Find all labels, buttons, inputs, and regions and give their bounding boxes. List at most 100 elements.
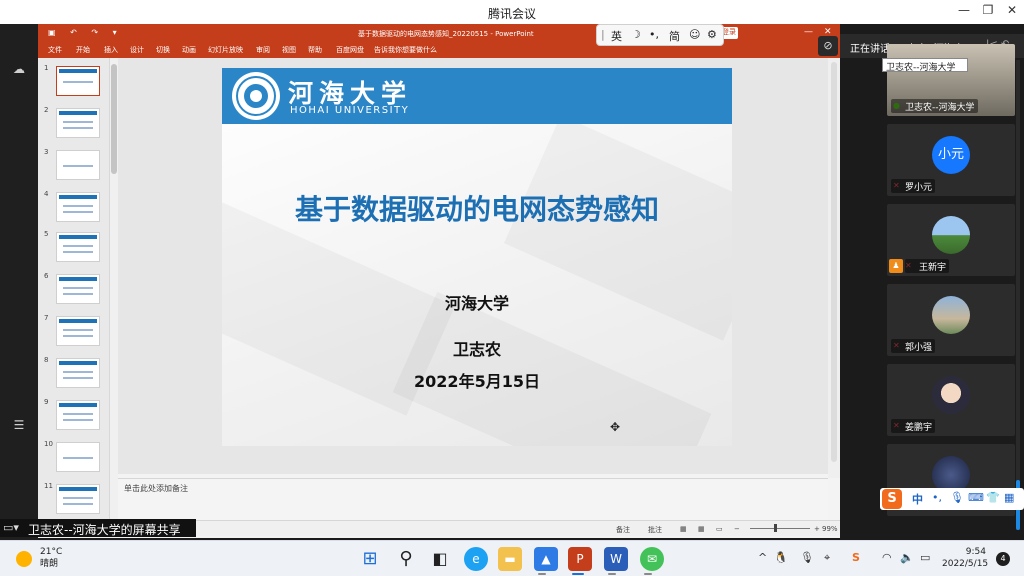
weather-widget[interactable]: 21°C 晴朗 xyxy=(40,546,62,570)
start-icon[interactable]: ⊞ xyxy=(358,547,382,571)
weather-condition: 晴朗 xyxy=(40,559,59,569)
file-explorer-icon[interactable]: ▬ xyxy=(498,547,522,571)
weather-sun-icon[interactable] xyxy=(16,551,32,567)
slide-thumbnail[interactable] xyxy=(56,442,100,472)
sogou-mic-icon[interactable]: 🎙 xyxy=(950,491,964,504)
slide-thumbnail[interactable] xyxy=(56,484,100,514)
task-view-icon[interactable]: ◧ xyxy=(428,547,452,571)
menu-insert[interactable]: 插入 xyxy=(104,45,118,55)
mic-muted-icon[interactable]: ⊘ xyxy=(818,36,838,56)
sogou-skin-icon[interactable]: 👕 xyxy=(986,491,1000,504)
ime-handle-icon[interactable]: | xyxy=(601,28,605,41)
slide-thumbnail[interactable] xyxy=(56,316,100,346)
close-button[interactable]: ✕ xyxy=(1002,3,1022,21)
sogou-punct-icon[interactable]: •, xyxy=(932,491,942,504)
ime-moon-icon[interactable]: ☽ xyxy=(631,28,641,41)
clock[interactable]: 9:54 2022/5/15 xyxy=(942,546,988,570)
cloud-icon[interactable]: ☁ xyxy=(10,62,28,78)
tray-sogou-icon[interactable]: S xyxy=(852,551,860,564)
zoom-level[interactable]: 99% xyxy=(822,525,838,533)
menu-home[interactable]: 开始 xyxy=(76,45,90,55)
ime-emoji-icon[interactable]: ☺ xyxy=(689,28,700,41)
name-tooltip: 卫志农--河海大学 xyxy=(882,58,968,73)
zoom-in-icon[interactable]: + xyxy=(814,525,820,533)
sogou-logo-icon[interactable]: S xyxy=(882,489,902,509)
zoom-out-icon[interactable]: − xyxy=(734,525,740,533)
search-icon[interactable]: ⚲ xyxy=(394,547,418,571)
slide-thumbnail[interactable] xyxy=(56,192,100,222)
notification-badge[interactable]: 4 xyxy=(996,552,1010,566)
menu-review[interactable]: 审阅 xyxy=(256,45,270,55)
edge-icon[interactable]: e xyxy=(464,547,488,571)
participant-tile[interactable]: 小元 ✕ 罗小元 xyxy=(887,124,1015,196)
ime-punct-icon[interactable]: •, xyxy=(649,28,659,41)
ppt-document-title: 基于数据驱动的电网态势感知_20220515 - PowerPoint xyxy=(358,30,534,38)
wechat-icon[interactable]: ✉ xyxy=(640,547,664,571)
powerpoint-icon[interactable]: P xyxy=(568,547,592,571)
ime-lang-toggle[interactable]: 英 xyxy=(611,28,622,44)
menu-transitions[interactable]: 切换 xyxy=(156,45,170,55)
menu-help[interactable]: 帮助 xyxy=(308,45,322,55)
maximize-button[interactable]: ❐ xyxy=(978,3,998,21)
thumbnail-scrollbar[interactable] xyxy=(110,58,118,528)
quick-access-icons[interactable]: ▣ ↶ ↷ ▾ xyxy=(48,28,123,37)
slide-thumbnail[interactable] xyxy=(56,66,100,96)
participant-name: 罗小元 xyxy=(891,179,936,193)
thumb-number: 8 xyxy=(44,356,49,364)
ime-toolbar: | 英 ☽ •, 简 ☺ ⚙ xyxy=(596,24,724,46)
menu-baidu-netdisk[interactable]: 百度网盘 xyxy=(336,45,364,55)
ime-settings-icon[interactable]: ⚙ xyxy=(707,28,717,41)
list-icon[interactable]: ☰ xyxy=(10,418,28,434)
minimize-button[interactable]: — xyxy=(954,3,974,21)
participant-tile[interactable]: ✕ 郭小强 xyxy=(887,284,1015,356)
participant-tile[interactable]: ✕ 姜鹏宇 xyxy=(887,364,1015,436)
view-normal-icon[interactable]: ▦ xyxy=(680,525,687,533)
zoom-slider-thumb[interactable] xyxy=(774,524,777,532)
participant-tile[interactable]: ♟ ✕ 王新宇 xyxy=(887,204,1015,276)
thumb-number: 9 xyxy=(44,398,49,406)
menu-design[interactable]: 设计 xyxy=(130,45,144,55)
menu-view[interactable]: 视图 xyxy=(282,45,296,55)
sogou-lang-toggle[interactable]: 中 xyxy=(912,491,923,507)
slide-thumbnail[interactable] xyxy=(56,358,100,388)
slide-thumbnail[interactable] xyxy=(56,108,100,138)
ime-simplified-toggle[interactable]: 简 xyxy=(669,28,680,44)
thumb-number: 7 xyxy=(44,314,49,322)
participant-tile[interactable]: ● 卫志农--河海大学 xyxy=(887,44,1015,116)
word-icon[interactable]: W xyxy=(604,547,628,571)
comments-toggle[interactable]: 批注 xyxy=(648,525,662,535)
qq-icon[interactable]: 🐧 xyxy=(774,551,788,564)
slide-thumbnail[interactable] xyxy=(56,400,100,430)
participant-name: 王新宇 xyxy=(905,259,950,273)
left-toolbar: ☁ ☰ xyxy=(0,24,38,540)
canvas-scrollbar[interactable] xyxy=(828,58,840,478)
ppt-minimize-icon[interactable]: — xyxy=(804,27,813,37)
view-sorter-icon[interactable]: ▦ xyxy=(698,525,705,533)
volume-icon[interactable]: 🔈 xyxy=(900,551,914,564)
tray-mic-icon[interactable]: 🎙 xyxy=(800,551,814,564)
tray-pin-icon[interactable]: ⌖ xyxy=(824,551,830,565)
thumb-number: 1 xyxy=(44,64,49,72)
menu-file[interactable]: 文件 xyxy=(48,45,62,55)
thumb-number: 2 xyxy=(44,106,49,114)
sogou-grid-icon[interactable]: ▦ xyxy=(1004,491,1014,504)
tray-expand-icon[interactable]: ^ xyxy=(758,551,767,564)
slide-thumbnail[interactable] xyxy=(56,274,100,304)
screen-share-banner: ▭▾ 卫志农--河海大学的屏幕共享 xyxy=(0,519,196,537)
menu-animations[interactable]: 动画 xyxy=(182,45,196,55)
sogou-keyboard-icon[interactable]: ⌨ xyxy=(968,491,984,504)
avatar xyxy=(932,376,970,414)
slide-thumbnail[interactable] xyxy=(56,150,100,180)
slide-thumbnails: 1 2 3 4 5 6 7 8 9 10 11 xyxy=(38,58,110,528)
slide-thumbnail[interactable] xyxy=(56,232,100,262)
tencent-meeting-icon[interactable]: ▲ xyxy=(534,547,558,571)
tell-me-search[interactable]: 告诉我你想要做什么 xyxy=(374,45,437,55)
menu-slideshow[interactable]: 幻灯片放映 xyxy=(208,45,243,55)
wifi-icon[interactable]: ◠ xyxy=(882,551,892,564)
view-reading-icon[interactable]: ▭ xyxy=(716,525,723,533)
zoom-slider[interactable] xyxy=(750,528,810,529)
notes-toggle[interactable]: 备注 xyxy=(616,525,630,535)
battery-icon[interactable]: ▭ xyxy=(920,551,930,564)
participant-scrollbar[interactable] xyxy=(1016,60,1020,530)
user-icon: ♟ xyxy=(889,259,903,273)
